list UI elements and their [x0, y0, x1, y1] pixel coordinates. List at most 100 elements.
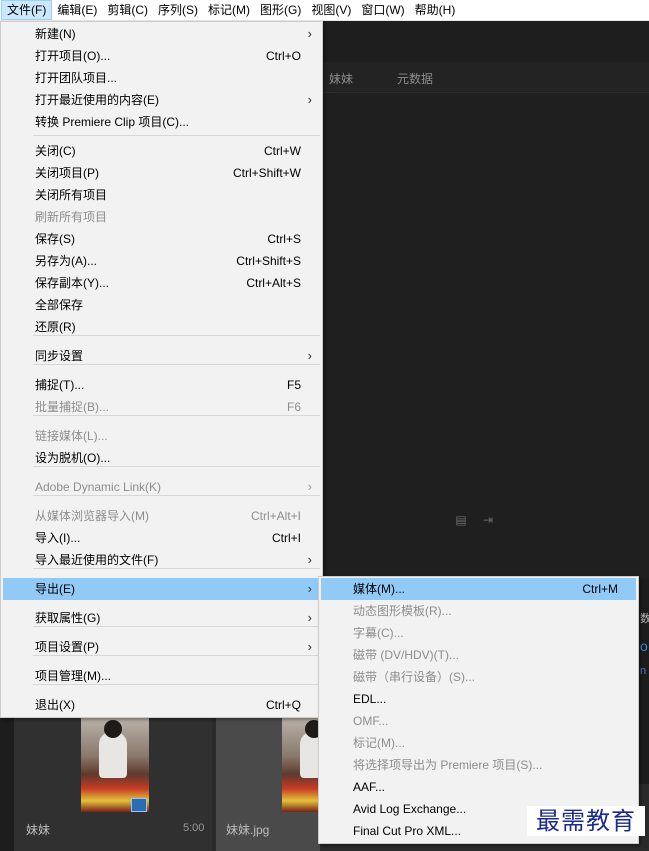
menu-item-convert-clip-project[interactable]: 转换 Premiere Clip 项目(C)... — [3, 111, 320, 133]
menu-item-shortcut: Ctrl+W — [264, 144, 301, 158]
menu-item-label: 还原(R) — [35, 320, 76, 334]
menu-item-shortcut: Ctrl+S — [267, 232, 301, 246]
menu-item-label: Final Cut Pro XML... — [353, 824, 462, 838]
menu-item-open-team-project[interactable]: 打开团队项目... — [3, 67, 320, 89]
export-submenu: 媒体(M)... Ctrl+M 动态图形模板(R)... 字幕(C)... 磁带 (DV… — [318, 576, 639, 844]
menu-item-project-manager[interactable]: 项目管理(M)... — [3, 665, 320, 687]
menu-item-label: 导入(I)... — [35, 531, 81, 545]
submenu-arrow-icon: › — [307, 552, 312, 567]
menu-item-open-project[interactable]: 打开项目(O)... Ctrl+O — [3, 45, 320, 67]
menu-item-label: 动态图形模板(R)... — [353, 604, 452, 618]
menu-item-label: OMF... — [353, 714, 389, 728]
menu-item-label: 媒体(M)... — [353, 582, 405, 596]
menu-item-label: Avid Log Exchange... — [353, 802, 467, 816]
menu-item-save-all[interactable]: 全部保存 — [3, 294, 320, 316]
menu-item-shortcut: Ctrl+Alt+S — [246, 276, 301, 290]
submenu-arrow-icon: › — [307, 639, 312, 654]
menu-item-label: 保存副本(Y)... — [35, 276, 109, 290]
menu-view[interactable]: 视图(V) — [306, 0, 356, 20]
file-menu: 新建(N) › 打开项目(O)... Ctrl+O 打开团队项目... 打开最近使用的内容… — [0, 21, 323, 718]
menu-edit[interactable]: 编辑(E) — [52, 0, 102, 20]
menu-item-label: 打开团队项目... — [35, 71, 118, 85]
menu-item-label: 捕捉(T)... — [35, 378, 85, 392]
menu-item-label: 导出(E) — [35, 582, 75, 596]
submenu-arrow-icon: › — [307, 92, 312, 107]
menu-item-label: 链接媒体(L)... — [35, 429, 108, 443]
menu-item-new[interactable]: 新建(N) › — [3, 23, 320, 45]
menu-item-export[interactable]: 导出(E) › — [3, 578, 320, 600]
menu-item-refresh-all-projects[interactable]: 刷新所有项目 — [3, 206, 320, 228]
menu-item-label: 退出(X) — [35, 698, 75, 712]
bin-item-label: 妹妹 — [26, 823, 51, 837]
menu-file[interactable]: 文件(F) — [1, 0, 53, 20]
menu-graphics[interactable]: 图形(G) — [255, 0, 306, 20]
bin-item[interactable]: 妹妹 5:00 — [14, 718, 212, 851]
menu-item-close-all-projects[interactable]: 关闭所有项目 — [3, 184, 320, 206]
menu-item-shortcut: Ctrl+M — [582, 582, 618, 596]
menu-item-label: 另存为(A)... — [35, 254, 97, 268]
menu-item-label: 将选择项导出为 Premiere 项目(S)... — [353, 758, 543, 772]
menu-item-open-recent[interactable]: 打开最近使用的内容(E) › — [3, 89, 320, 111]
menu-item-sync-settings[interactable]: 同步设置 › — [3, 345, 320, 367]
menu-item-import-from-media-browser[interactable]: 从媒体浏览器导入(M) Ctrl+Alt+I — [3, 505, 320, 527]
menu-item-import[interactable]: 导入(I)... Ctrl+I — [3, 527, 320, 549]
menu-item-import-recent-file[interactable]: 导入最近使用的文件(F) › — [3, 549, 320, 571]
export-item-aaf[interactable]: AAF... — [321, 776, 636, 798]
export-item-omf[interactable]: OMF... — [321, 710, 636, 732]
right-panel-accent: n — [640, 665, 647, 677]
menu-clip[interactable]: 剪辑(C) — [102, 0, 153, 20]
submenu-arrow-icon: › — [307, 26, 312, 41]
insert-icon[interactable]: ⇥ — [480, 513, 496, 527]
menu-item-get-properties[interactable]: 获取属性(G) › — [3, 607, 320, 629]
menu-item-label: 导入最近使用的文件(F) — [35, 553, 159, 567]
export-item-markers[interactable]: 标记(M)... — [321, 732, 636, 754]
tab-clip-name[interactable]: 妹妹 — [329, 70, 353, 87]
menu-item-batch-capture[interactable]: 批量捕捉(B)... F6 — [3, 396, 320, 418]
menu-item-label: 关闭(C) — [35, 144, 76, 158]
export-item-tape-dv-hdv[interactable]: 磁带 (DV/HDV)(T)... — [321, 644, 636, 666]
menu-item-shortcut: Ctrl+Alt+I — [250, 509, 301, 523]
export-item-media[interactable]: 媒体(M)... Ctrl+M — [321, 578, 636, 600]
menu-item-revert[interactable]: 还原(R) — [3, 316, 320, 338]
menu-item-label: EDL... — [353, 692, 387, 706]
right-panel-accent: o — [640, 638, 648, 654]
menu-item-save-as[interactable]: 另存为(A)... Ctrl+Shift+S — [3, 250, 320, 272]
menu-item-label: 设为脱机(O)... — [35, 451, 111, 465]
menu-sequence[interactable]: 序列(S) — [153, 0, 203, 20]
menu-item-close-project[interactable]: 关闭项目(P) Ctrl+Shift+W — [3, 162, 320, 184]
export-item-tape-serial-device[interactable]: 磁带（串行设备）(S)... — [321, 666, 636, 688]
menu-item-make-offline[interactable]: 设为脱机(O)... — [3, 447, 320, 469]
menu-item-label: 项目管理(M)... — [35, 669, 111, 683]
panel-header — [322, 21, 649, 61]
menu-item-label: 字幕(C)... — [353, 626, 404, 640]
menu-window[interactable]: 窗口(W) — [356, 0, 409, 20]
menu-item-label: 项目设置(P) — [35, 640, 99, 654]
export-item-captions[interactable]: 字幕(C)... — [321, 622, 636, 644]
menu-item-exit[interactable]: 退出(X) Ctrl+Q — [3, 694, 320, 716]
menu-item-save[interactable]: 保存(S) Ctrl+S — [3, 228, 320, 250]
submenu-arrow-icon: › — [307, 610, 312, 625]
menu-item-label: 保存(S) — [35, 232, 75, 246]
menu-bar: 文件(F) 编辑(E) 剪辑(C) 序列(S) 标记(M) 图形(G) 视图(V… — [0, 0, 649, 21]
export-frame-icon[interactable]: ▤ — [454, 513, 468, 527]
menu-item-shortcut: Ctrl+Q — [265, 698, 301, 712]
menu-item-label: 关闭项目(P) — [35, 166, 99, 180]
menu-item-label: 新建(N) — [35, 27, 76, 41]
right-panel-accent: 数 — [640, 613, 649, 625]
menu-markers[interactable]: 标记(M) — [203, 0, 255, 20]
menu-item-project-settings[interactable]: 项目设置(P) › — [3, 636, 320, 658]
menu-item-capture[interactable]: 捕捉(T)... F5 — [3, 374, 320, 396]
menu-item-close[interactable]: 关闭(C) Ctrl+W — [3, 140, 320, 162]
menu-help[interactable]: 帮助(H) — [410, 0, 461, 20]
tab-metadata[interactable]: 元数据 — [397, 70, 433, 87]
bin-item-label: 妹妹.jpg — [226, 823, 270, 837]
menu-item-dynamic-link[interactable]: Adobe Dynamic Link(K) › — [3, 476, 320, 498]
export-item-motion-graphics-template[interactable]: 动态图形模板(R)... — [321, 600, 636, 622]
menu-item-save-copy[interactable]: 保存副本(Y)... Ctrl+Alt+S — [3, 272, 320, 294]
export-item-edl[interactable]: EDL... — [321, 688, 636, 710]
bin-item[interactable]: 妹妹.jpg — [216, 718, 350, 851]
menu-item-link-media[interactable]: 链接媒体(L)... — [3, 425, 320, 447]
menu-item-label: 关闭所有项目 — [35, 188, 108, 202]
export-item-selection-as-premiere-project[interactable]: 将选择项导出为 Premiere 项目(S)... — [321, 754, 636, 776]
bin-item-duration: 5:00 — [183, 822, 205, 834]
